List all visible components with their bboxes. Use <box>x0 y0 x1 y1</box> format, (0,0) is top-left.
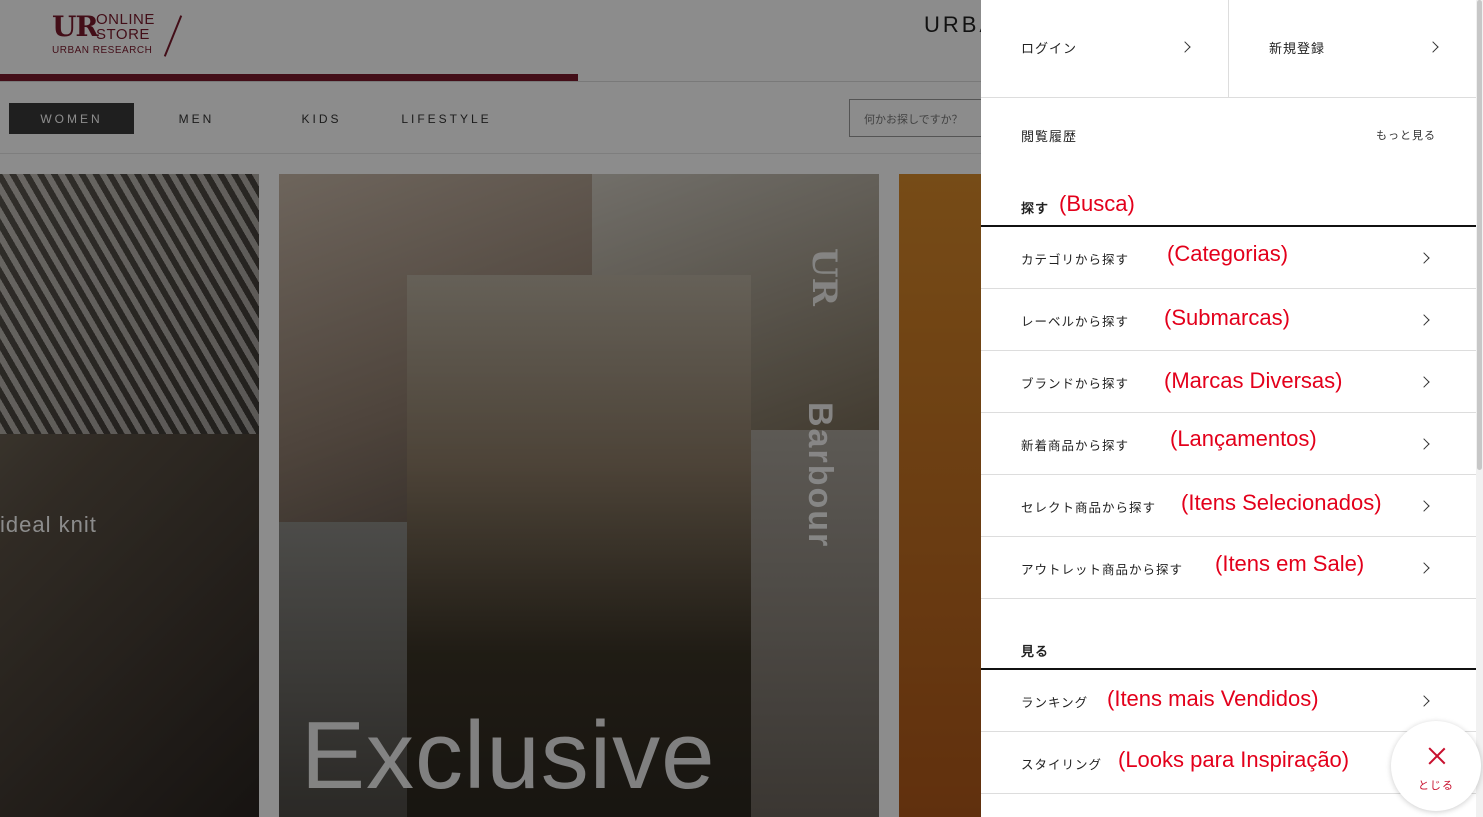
menu-item-ranking[interactable]: ランキング (Itens mais Vendidos) <box>981 670 1476 732</box>
chevron-right-icon <box>1418 695 1430 707</box>
chevron-right-icon <box>1418 500 1430 512</box>
menu-item-label: ブランドから探す <box>1021 376 1130 391</box>
chevron-right-icon <box>1418 438 1430 450</box>
chevron-right-icon <box>1418 376 1430 388</box>
menu-item-annotation: (Itens Selecionados) <box>1181 490 1382 515</box>
drawer-scrollbar[interactable] <box>1476 0 1483 817</box>
menu-item-annotation: (Itens em Sale) <box>1215 551 1365 576</box>
menu-item-annotation: (Itens mais Vendidos) <box>1107 686 1319 711</box>
register-label: 新規登録 <box>1269 42 1326 57</box>
menu-item-annotation: (Looks para Inspiração) <box>1118 747 1350 772</box>
modal-overlay[interactable] <box>0 0 981 817</box>
chevron-right-icon <box>1179 41 1191 53</box>
menu-item-label: セレクト商品から探す <box>1021 500 1157 515</box>
menu-item-label: ランキング <box>1021 695 1089 710</box>
menu-item-select[interactable]: セレクト商品から探す (Itens Selecionados) <box>981 475 1476 537</box>
login-button[interactable]: ログイン <box>981 0 1229 97</box>
menu-item-annotation: (Categorias) <box>1167 241 1289 266</box>
menu-item-annotation: (Marcas Diversas) <box>1164 368 1343 393</box>
menu-item-label: レーベルから探す <box>1021 314 1130 329</box>
search-section-title: 探す <box>1021 202 1050 217</box>
account-row: ログイン 新規登録 <box>981 0 1476 98</box>
menu-item-annotation: (Lançamentos) <box>1170 426 1317 451</box>
menu-item-label: 新着商品から探す <box>1021 438 1130 453</box>
chevron-right-icon <box>1418 314 1430 326</box>
menu-item-label: アウトレット商品から探す <box>1021 562 1184 577</box>
close-label: とじる <box>1418 779 1454 792</box>
search-section-annotation: (Busca) <box>1059 191 1135 216</box>
scrollbar-thumb[interactable] <box>1477 0 1482 470</box>
menu-item-category[interactable]: カテゴリから探す (Categorias) <box>981 227 1476 289</box>
history-more-link[interactable]: もっと見る <box>1376 127 1436 143</box>
login-label: ログイン <box>1021 42 1078 57</box>
menu-item-outlet[interactable]: アウトレット商品から探す (Itens em Sale) <box>981 537 1476 599</box>
view-section-title: 見る <box>1021 645 1050 660</box>
menu-drawer: ログイン 新規登録 閲覧履歴 もっと見る 探す (Busca) カテゴリから探す… <box>981 0 1483 817</box>
chevron-right-icon <box>1418 252 1430 264</box>
history-heading: 閲覧履歴 <box>1021 130 1078 145</box>
close-button[interactable]: とじる <box>1391 721 1481 811</box>
menu-item-brand[interactable]: ブランドから探す (Marcas Diversas) <box>981 351 1476 413</box>
register-button[interactable]: 新規登録 <box>1229 0 1476 97</box>
menu-item-label: カテゴリから探す <box>1021 252 1130 267</box>
menu-item-annotation: (Submarcas) <box>1164 305 1290 330</box>
menu-item-label: スタイリング <box>1021 757 1103 772</box>
close-icon <box>1428 747 1446 765</box>
chevron-right-icon <box>1427 41 1439 53</box>
chevron-right-icon <box>1418 562 1430 574</box>
menu-item-label-search[interactable]: レーベルから探す (Submarcas) <box>981 289 1476 351</box>
menu-item-new-arrivals[interactable]: 新着商品から探す (Lançamentos) <box>981 413 1476 475</box>
